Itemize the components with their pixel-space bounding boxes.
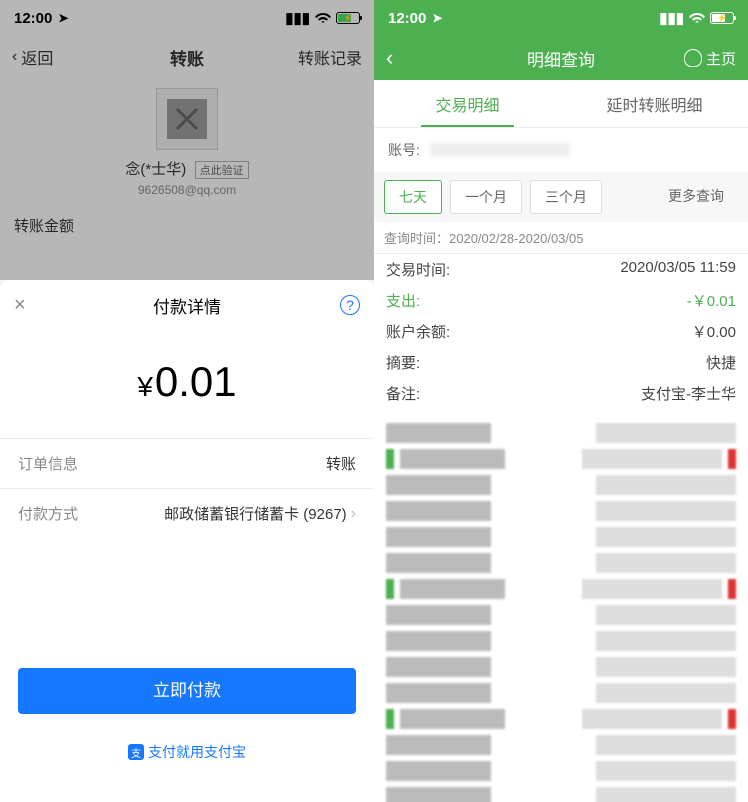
chevron-left-icon: ‹	[12, 48, 17, 66]
battery-icon: ⚡	[336, 12, 360, 24]
account-row: 账号:	[374, 128, 748, 172]
tx-time-value: 2020/03/05 11:59	[620, 259, 736, 280]
expense-label: 支出:	[386, 290, 420, 311]
range-seven-days[interactable]: 七天	[384, 180, 442, 214]
amount-label: 转账金额	[0, 205, 374, 242]
avatar[interactable]	[156, 88, 218, 150]
signal-icon: ▮▮▮	[659, 9, 684, 27]
account-number-redacted	[430, 143, 570, 157]
alipay-promo-label: 支付就用支付宝	[148, 742, 246, 762]
page-title: 明细查询	[527, 46, 595, 71]
alipay-logo-icon: 支	[128, 744, 144, 760]
summary-value: 快捷	[706, 352, 736, 373]
currency-symbol: ¥	[137, 371, 153, 402]
status-time: 12:00	[14, 10, 52, 27]
location-icon: ➤	[432, 11, 442, 25]
recipient-name: 念(*士华)	[125, 158, 186, 179]
wifi-icon	[315, 10, 331, 27]
order-info-row: 订单信息 转账	[0, 438, 374, 488]
account-label: 账号:	[388, 140, 420, 160]
query-time-label: 查询时间：	[384, 231, 449, 246]
status-bar: 12:00 ➤ ▮▮▮ ⚡	[374, 0, 748, 36]
detail-query-nav: ‹ 明细查询 主页	[374, 36, 748, 80]
home-button[interactable]: 主页	[684, 48, 736, 69]
tab-transaction-detail[interactable]: 交易明细	[374, 80, 561, 127]
query-time-row: 查询时间：2020/02/28-2020/03/05	[374, 222, 748, 254]
back-button[interactable]: ‹	[386, 45, 393, 71]
range-three-months[interactable]: 三个月	[530, 180, 602, 214]
order-info-label: 订单信息	[18, 453, 78, 474]
close-icon[interactable]: ×	[14, 294, 26, 317]
home-label: 主页	[706, 48, 736, 69]
transfer-nav: ‹ 返回 转账 转账记录	[0, 36, 374, 78]
status-bar: 12:00 ➤ ▮▮▮ ⚡	[0, 0, 374, 36]
pay-now-button[interactable]: 立即付款	[18, 668, 356, 714]
expense-value: -￥0.01	[687, 290, 736, 311]
chevron-right-icon: ›	[351, 505, 356, 523]
verify-button[interactable]: 点此验证	[195, 161, 249, 179]
remark-value: 支付宝-李士华	[641, 383, 736, 404]
tabs: 交易明细 延时转账明细	[374, 80, 748, 128]
payment-amount: ¥0.01	[0, 330, 374, 438]
status-icons: ▮▮▮ ⚡	[659, 9, 734, 27]
back-button[interactable]: ‹ 返回	[12, 45, 53, 69]
summary-label: 摘要:	[386, 352, 420, 373]
recipient-email: 9626508@qq.com	[0, 183, 374, 197]
date-range-bar: 七天 一个月 三个月 更多查询	[374, 172, 748, 222]
remark-label: 备注:	[386, 383, 420, 404]
payment-sheet: × 付款详情 ? ¥0.01 订单信息 转账 付款方式 邮政储蓄银行储蓄卡 (9…	[0, 280, 374, 802]
range-more[interactable]: 更多查询	[654, 180, 738, 214]
alipay-promo-link[interactable]: 支 支付就用支付宝	[0, 742, 374, 762]
balance-label: 账户余额:	[386, 321, 450, 342]
back-label: 返回	[21, 45, 53, 69]
payment-method-row[interactable]: 付款方式 邮政储蓄银行储蓄卡 (9267) ›	[0, 488, 374, 538]
payment-method-value: 邮政储蓄银行储蓄卡 (9267)	[164, 503, 347, 524]
location-icon: ➤	[58, 11, 68, 25]
redacted-transactions	[374, 409, 748, 802]
transfer-records-link[interactable]: 转账记录	[298, 45, 362, 69]
recipient-profile: 念(*士华) 点此验证 9626508@qq.com	[0, 78, 374, 205]
status-icons: ▮▮▮ ⚡	[285, 9, 360, 27]
transaction-detail-block: 交易时间: 2020/03/05 11:59 支出: -￥0.01 账户余额: ￥0.…	[374, 254, 748, 409]
range-one-month[interactable]: 一个月	[450, 180, 522, 214]
battery-icon: ⚡	[710, 12, 734, 24]
status-time: 12:00	[388, 10, 426, 27]
tx-time-label: 交易时间:	[386, 259, 450, 280]
wifi-icon	[689, 10, 705, 27]
page-title: 转账	[170, 45, 204, 70]
order-info-value: 转账	[326, 453, 356, 474]
headset-icon	[684, 49, 702, 67]
amount-value: 0.01	[155, 358, 237, 405]
balance-value: ￥0.00	[692, 321, 736, 342]
payment-method-label: 付款方式	[18, 503, 78, 524]
signal-icon: ▮▮▮	[285, 9, 310, 27]
help-icon[interactable]: ?	[340, 295, 360, 315]
sheet-title: 付款详情	[153, 293, 221, 318]
tab-delayed-transfer[interactable]: 延时转账明细	[561, 80, 748, 127]
query-time-value: 2020/02/28-2020/03/05	[449, 231, 583, 246]
